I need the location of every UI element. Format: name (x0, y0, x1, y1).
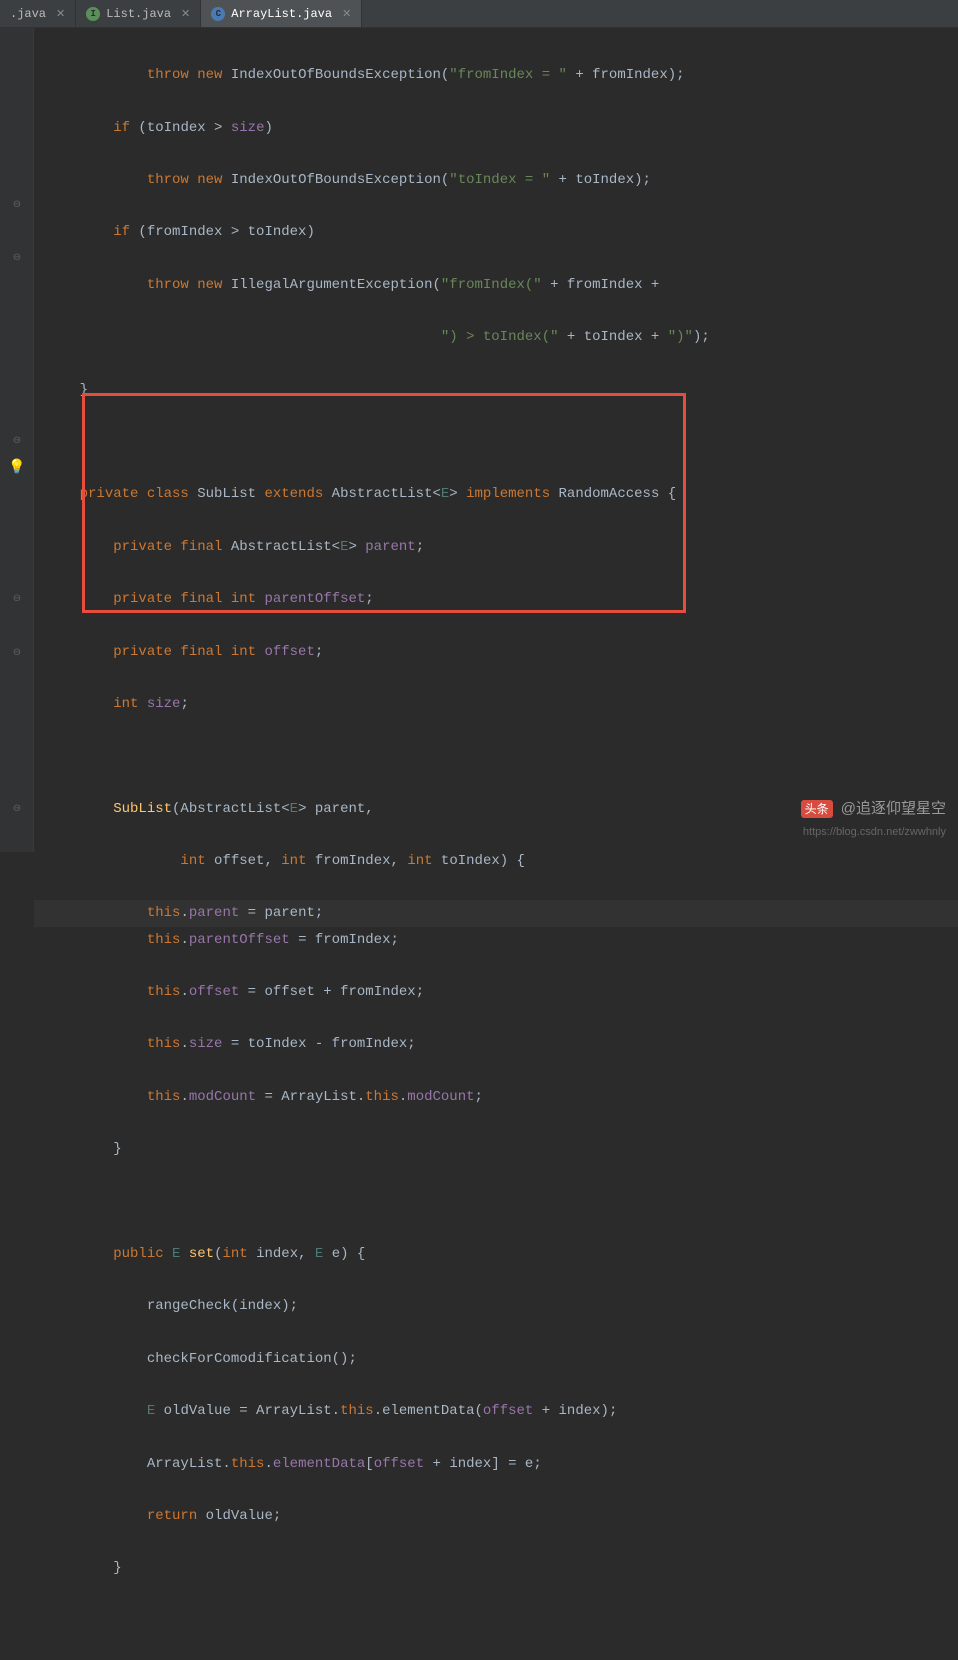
fold-icon[interactable]: ⊖ (6, 430, 28, 452)
tab-list-java[interactable]: I List.java ✕ (76, 0, 201, 27)
code-content[interactable]: throw new IndexOutOfBoundsException("fro… (34, 28, 958, 852)
tab-label: ArrayList.java (231, 7, 332, 21)
fold-icon[interactable]: ⊖ (6, 247, 28, 269)
tab-label: .java (10, 7, 46, 21)
fold-icon[interactable]: ⊖ (6, 798, 28, 820)
editor-tabs: .java ✕ I List.java ✕ C ArrayList.java ✕ (0, 0, 958, 28)
editor-gutter: ⊖ ⊖ ⊖ 💡 ⊖ ⊖ ⊖ (0, 28, 34, 852)
close-icon[interactable]: ✕ (342, 7, 351, 21)
code-editor[interactable]: ⊖ ⊖ ⊖ 💡 ⊖ ⊖ ⊖ throw new IndexOutOfBounds… (0, 28, 958, 852)
tab-file-partial[interactable]: .java ✕ (0, 0, 76, 27)
watermark-logo: 头条 (801, 800, 833, 818)
class-icon: C (211, 7, 225, 21)
fold-icon[interactable]: ⊖ (6, 588, 28, 610)
intention-bulb-icon[interactable]: 💡 (6, 456, 28, 478)
watermark-url: https://blog.csdn.net/zwwhnly (803, 826, 946, 838)
tab-arraylist-java[interactable]: C ArrayList.java ✕ (201, 0, 362, 27)
close-icon[interactable]: ✕ (56, 7, 65, 21)
watermark-author: @追逐仰望星空 (841, 800, 946, 817)
watermark-line1: 头条 @追逐仰望星空 (801, 797, 946, 818)
fold-icon[interactable]: ⊖ (6, 642, 28, 664)
close-icon[interactable]: ✕ (181, 7, 190, 21)
fold-icon[interactable]: ⊖ (6, 194, 28, 216)
interface-icon: I (86, 7, 100, 21)
tab-label: List.java (106, 7, 171, 21)
